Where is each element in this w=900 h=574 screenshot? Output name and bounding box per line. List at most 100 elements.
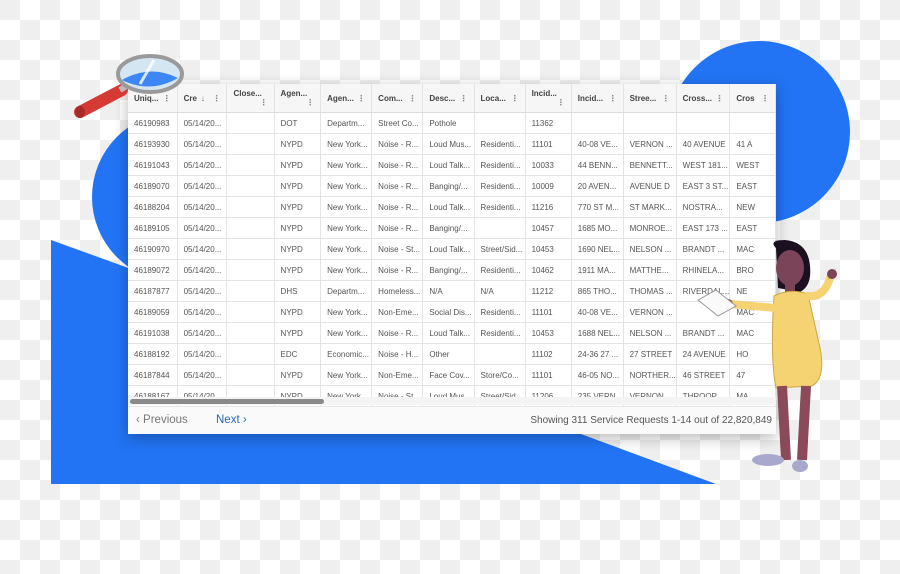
- table-cell: Banging/...: [422, 175, 475, 197]
- horizontal-scrollbar[interactable]: [128, 397, 776, 405]
- table-cell: 44 BENN...: [571, 154, 624, 176]
- table-cell: 10453: [525, 322, 572, 344]
- table-row[interactable]: 46189072 05/14/20... NYPD New York... Noise …: [128, 259, 776, 281]
- chevron-right-icon: ›: [242, 414, 247, 426]
- next-button[interactable]: Next ›: [216, 414, 247, 426]
- column-header-label: Incid...: [531, 89, 557, 98]
- sort-descending-icon[interactable]: ↓: [201, 94, 205, 103]
- table-cell: Noise - St...: [371, 238, 424, 260]
- table-cell: EAST: [729, 175, 776, 197]
- table-header-row: Uniq... ⋮ Cre ↓ ⋮ Close... ⋮ Agen... ⋮ Agen... ⋮ Co…: [128, 84, 776, 113]
- table-cell: 46190970: [128, 238, 178, 260]
- table-cell: [226, 238, 275, 260]
- table-cell: NOSTRA...: [676, 196, 731, 218]
- service-requests-table: Uniq... ⋮ Cre ↓ ⋮ Close... ⋮ Agen... ⋮ Agen... ⋮ Co…: [128, 84, 776, 407]
- table-row[interactable]: 46189105 05/14/20... NYPD New York... Noise …: [128, 217, 776, 239]
- scrollbar-thumb[interactable]: [130, 399, 324, 404]
- column-header-label: Agen...: [327, 93, 354, 103]
- column-menu-icon[interactable]: ⋮: [357, 94, 365, 103]
- column-menu-icon[interactable]: ⋮: [557, 98, 565, 107]
- table-cell: 46188204: [128, 196, 178, 218]
- table-cell: 10033: [525, 154, 572, 176]
- table-cell: Banging/...: [422, 217, 475, 239]
- table-cell: New York...: [320, 301, 373, 323]
- table-row[interactable]: 46190983 05/14/20... DOT Departm... Street C…: [128, 112, 776, 134]
- column-menu-icon[interactable]: ⋮: [662, 94, 670, 103]
- table-cell: Residenti...: [474, 133, 526, 155]
- table-cell: Store/Co...: [474, 364, 526, 386]
- table-row[interactable]: 46188204 05/14/20... NYPD New York... Noise …: [128, 196, 776, 218]
- table-cell: 05/14/20...: [177, 133, 228, 155]
- table-row[interactable]: 46189059 05/14/20... NYPD New York... Non-Em…: [128, 301, 776, 323]
- table-cell: Economic...: [320, 343, 373, 365]
- table-cell: 46191038: [128, 322, 178, 344]
- table-cell: 11212: [525, 280, 572, 302]
- table-cell: NORTHER...: [623, 364, 677, 386]
- column-header-12[interactable]: Cros ⋮: [729, 84, 776, 113]
- table-row[interactable]: 46191043 05/14/20... NYPD New York... Noise …: [128, 154, 776, 176]
- table-cell: WEST 181...: [676, 154, 731, 176]
- table-cell: Banging/...: [422, 259, 475, 281]
- table-cell: Loud Mus...: [422, 133, 475, 155]
- column-menu-icon[interactable]: ⋮: [260, 98, 268, 107]
- table-cell: Non-Eme...: [371, 301, 424, 323]
- column-header-6[interactable]: Desc... ⋮: [422, 84, 475, 113]
- table-cell: 865 THO...: [571, 280, 624, 302]
- table-row[interactable]: 46188192 05/14/20... EDC Economic... Noise -…: [128, 343, 776, 365]
- table-cell: New York...: [320, 364, 373, 386]
- table-cell: [474, 343, 526, 365]
- column-header-8[interactable]: Incid... ⋮: [525, 84, 572, 113]
- column-menu-icon[interactable]: ⋮: [609, 94, 617, 103]
- table-cell: ST MARK...: [623, 196, 677, 218]
- column-menu-icon[interactable]: ⋮: [306, 98, 314, 107]
- table-cell: 46193930: [128, 133, 178, 155]
- table-row[interactable]: 46189070 05/14/20... NYPD New York... Noise …: [128, 175, 776, 197]
- column-header-11[interactable]: Cross... ⋮: [676, 84, 731, 113]
- table-cell: NYPD: [274, 154, 322, 176]
- table-cell: Pothole: [422, 112, 475, 134]
- column-menu-icon[interactable]: ⋮: [511, 94, 519, 103]
- column-header-4[interactable]: Agen... ⋮: [320, 84, 373, 113]
- column-header-label: Desc...: [429, 93, 456, 103]
- table-cell: Homeless...: [371, 280, 424, 302]
- table-cell: 46189059: [128, 301, 178, 323]
- column-header-label: Incid...: [577, 93, 604, 103]
- table-cell: New York...: [320, 175, 373, 197]
- previous-label: Previous: [143, 414, 188, 426]
- table-row[interactable]: 46187844 05/14/20... NYPD New York... Non-Em…: [128, 364, 776, 386]
- column-menu-icon[interactable]: ⋮: [212, 94, 220, 103]
- table-body: 46190983 05/14/20... DOT Departm... Street C…: [128, 112, 776, 407]
- table-cell: Departm...: [320, 280, 373, 302]
- table-cell: Residenti...: [474, 322, 526, 344]
- table-row[interactable]: 46193930 05/14/20... NYPD New York... Noise …: [128, 133, 776, 155]
- table-row[interactable]: 46187877 05/14/20... DHS Departm... Homeless…: [128, 280, 776, 302]
- column-header-label: Com...: [378, 93, 403, 103]
- table-row[interactable]: 46190970 05/14/20... NYPD New York... Noise …: [128, 238, 776, 260]
- table-cell: 41 A: [729, 133, 776, 155]
- column-header-7[interactable]: Loca... ⋮: [474, 84, 526, 113]
- column-menu-icon[interactable]: ⋮: [715, 94, 723, 103]
- table-cell: 05/14/20...: [177, 217, 228, 239]
- table-cell: [571, 112, 624, 134]
- previous-button[interactable]: ‹ Previous: [136, 414, 188, 426]
- table-cell: 11216: [525, 196, 572, 218]
- magnifying-glass-icon: [74, 54, 184, 118]
- table-row[interactable]: 46191038 05/14/20... NYPD New York... Noise …: [128, 322, 776, 344]
- table-cell: 05/14/20...: [177, 322, 228, 344]
- column-header-5[interactable]: Com... ⋮: [371, 84, 424, 113]
- column-header-9[interactable]: Incid... ⋮: [571, 84, 624, 113]
- table-cell: EDC: [274, 343, 322, 365]
- table-cell: Noise - R...: [371, 259, 424, 281]
- chevron-left-icon: ‹: [136, 414, 140, 426]
- column-header-2[interactable]: Close... ⋮: [226, 84, 275, 113]
- column-menu-icon[interactable]: ⋮: [408, 94, 416, 103]
- column-header-3[interactable]: Agen... ⋮: [274, 84, 322, 113]
- table-cell: NYPD: [274, 301, 322, 323]
- table-cell: Residenti...: [474, 196, 526, 218]
- table-cell: 10457: [525, 217, 572, 239]
- table-cell: NYPD: [274, 322, 322, 344]
- column-header-10[interactable]: Stree... ⋮: [623, 84, 677, 113]
- column-menu-icon[interactable]: ⋮: [460, 94, 468, 103]
- column-menu-icon[interactable]: ⋮: [761, 94, 769, 103]
- table-cell: THOMAS ...: [623, 280, 677, 302]
